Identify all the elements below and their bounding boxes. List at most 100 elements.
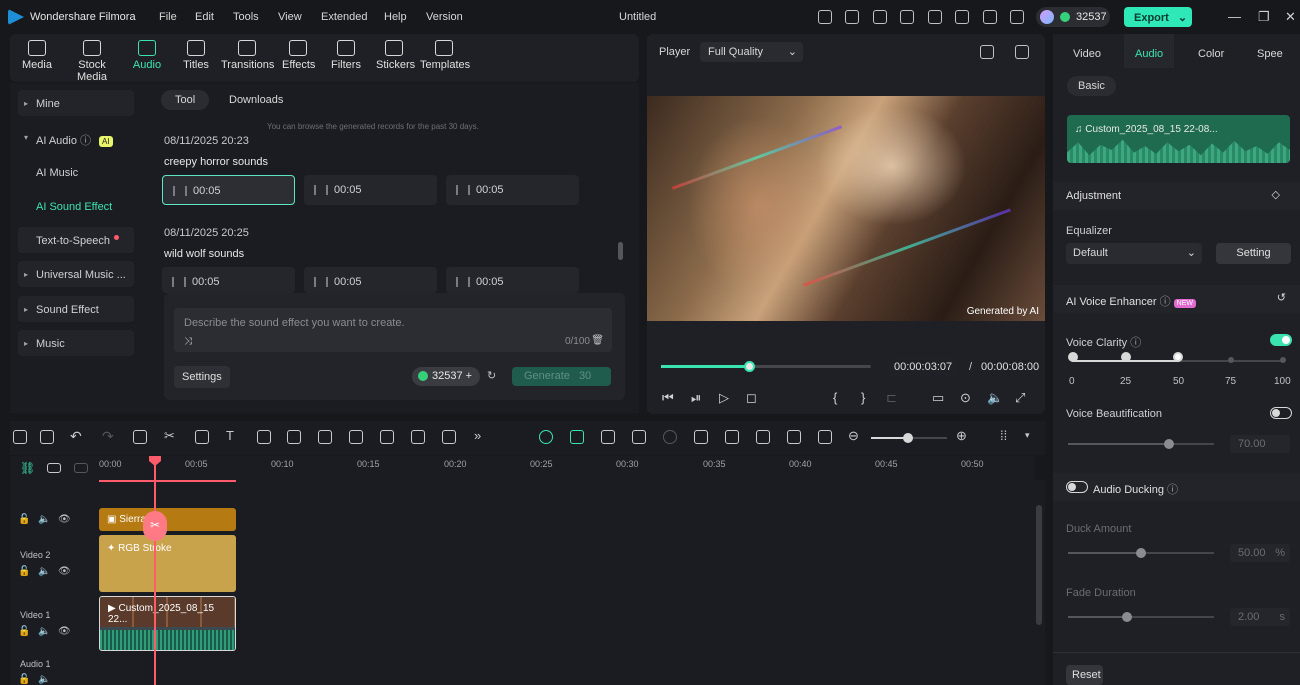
sound-clip[interactable]: 00:05 — [162, 267, 295, 293]
lock-icon[interactable]: 🔓 — [18, 566, 30, 577]
audio-ducking-toggle[interactable] — [1066, 481, 1088, 493]
close-button[interactable]: ✕ — [1285, 9, 1296, 25]
sound-clip[interactable]: 00:05 — [304, 175, 437, 205]
eye-icon[interactable]: 👁 — [58, 626, 71, 637]
play-reverse-icon[interactable]: ⏯ — [691, 390, 701, 406]
image-icon[interactable] — [1015, 45, 1029, 59]
send-icon[interactable] — [845, 10, 859, 24]
shuffle-icon[interactable]: ⤨ — [184, 336, 192, 347]
tab-effects[interactable]: Effects — [282, 40, 315, 71]
tab-video[interactable]: Video — [1073, 48, 1101, 60]
delete-icon[interactable] — [133, 430, 147, 444]
mask-icon[interactable] — [257, 430, 271, 444]
refresh-icon[interactable]: ↻ — [487, 369, 496, 382]
prompt-field[interactable]: Describe the sound effect you want to cr… — [174, 308, 612, 352]
play-icon[interactable]: ▷ — [719, 390, 729, 406]
headset-icon[interactable] — [983, 10, 997, 24]
zoom-in-icon[interactable]: ⊕ — [956, 428, 967, 444]
sidebar-item-text-to-speech[interactable]: Text-to-Speech — [18, 227, 134, 253]
sidebar-item-ai-audio[interactable]: ▾ AI Audio ⓘ AI — [18, 124, 134, 150]
sidebar-item-mine[interactable]: ▸ Mine — [18, 90, 134, 116]
tab-stock-media[interactable]: Stock Media — [62, 40, 122, 83]
tab-templates[interactable]: Templates — [420, 40, 470, 71]
speed-icon[interactable] — [318, 430, 332, 444]
sound-clip[interactable]: 00:05 — [446, 175, 579, 205]
menu-version[interactable]: Version — [426, 11, 463, 23]
speaker-icon[interactable]: 🔈 — [38, 514, 50, 525]
tab-audio-props[interactable]: Audio — [1135, 48, 1163, 60]
volume-icon[interactable]: 🔈 — [987, 390, 1003, 406]
track-settings-icon[interactable]: ⁞⁞ — [1000, 428, 1007, 443]
equalizer-setting-button[interactable]: Setting — [1216, 243, 1291, 264]
ai-effects-icon[interactable] — [380, 430, 394, 444]
export-button[interactable]: Export ⌄ — [1124, 7, 1192, 27]
more-tools-icon[interactable]: » — [474, 428, 481, 443]
link-tracks-icon[interactable]: ⛓ — [20, 461, 35, 475]
crop-icon[interactable] — [195, 430, 209, 444]
generate-button[interactable]: Generate 30 — [512, 367, 611, 386]
sidebar-item-sound-effect[interactable]: ▸ Sound Effect — [18, 296, 134, 322]
color-match-icon[interactable] — [349, 430, 363, 444]
prev-frame-icon[interactable]: ⏮ — [662, 390, 674, 406]
playhead-split-icon[interactable]: ✂ — [143, 511, 167, 541]
beautification-value[interactable]: 70.00 — [1230, 435, 1290, 453]
tab-stickers[interactable]: Stickers — [376, 40, 415, 71]
ai-edit-icon[interactable] — [411, 430, 425, 444]
menu-file[interactable]: File — [159, 11, 177, 23]
tab-titles[interactable]: Titles — [180, 40, 212, 71]
duck-amount-value[interactable]: 50.00% — [1230, 544, 1290, 562]
sidebar-item-universal-music[interactable]: ▸ Universal Music ... — [18, 261, 134, 287]
reset-button[interactable]: Reset — [1066, 665, 1103, 685]
cloud-upload-icon[interactable] — [955, 10, 969, 24]
grid-view-icon[interactable] — [980, 45, 994, 59]
save-icon[interactable] — [928, 10, 942, 24]
mark-in-icon[interactable]: { — [833, 390, 837, 405]
undo-icon[interactable]: ↶ — [70, 428, 82, 445]
tab-basic[interactable]: Basic — [1067, 76, 1116, 96]
slider-knob[interactable] — [903, 433, 913, 443]
lock-icon[interactable]: 🔓 — [18, 674, 30, 685]
lock-icon[interactable]: 🔓 — [18, 626, 30, 637]
stop-icon[interactable]: ◻ — [746, 390, 757, 406]
sound-clip[interactable]: 00:05 — [304, 267, 437, 293]
ai-cutout-icon[interactable] — [287, 430, 301, 444]
eye-icon[interactable]: 👁 — [58, 566, 71, 577]
eye-icon[interactable]: 👁 — [58, 514, 71, 525]
slider-knob[interactable] — [1136, 548, 1146, 558]
adjustment-section[interactable]: Adjustment ◇ — [1053, 182, 1300, 210]
plus-icon[interactable]: + — [466, 370, 472, 382]
tab-audio[interactable]: Audio — [132, 40, 162, 71]
quality-select[interactable]: Full Quality ⌄ — [700, 42, 803, 62]
zoom-out-icon[interactable]: ⊖ — [848, 428, 859, 444]
menu-extended[interactable]: Extended — [321, 11, 367, 23]
title-clip[interactable]: ▣ Sierra — [99, 508, 236, 531]
auto-ripple-icon[interactable] — [539, 430, 553, 444]
fullscreen-icon[interactable]: ⤢ — [1015, 390, 1025, 406]
music-list-icon[interactable] — [756, 430, 770, 444]
select-icon[interactable] — [40, 430, 54, 444]
duck-amount-slider[interactable] — [1068, 548, 1214, 558]
menu-tools[interactable]: Tools — [233, 11, 259, 23]
redo-icon[interactable]: ↷ — [102, 428, 114, 445]
sidebar-item-music[interactable]: ▸ Music — [18, 330, 134, 356]
settings-button[interactable]: Settings — [174, 366, 230, 388]
tab-downloads[interactable]: Downloads — [215, 90, 297, 110]
chat-icon[interactable] — [873, 10, 887, 24]
slider-knob[interactable] — [1122, 612, 1132, 622]
shield-icon[interactable] — [694, 430, 708, 444]
keyframe-disabled-icon[interactable] — [663, 430, 677, 444]
menu-view[interactable]: View — [278, 11, 302, 23]
fade-duration-value[interactable]: 2.00 s — [1230, 608, 1290, 626]
slider-knob[interactable] — [1164, 439, 1174, 449]
text-tool-icon[interactable]: T — [226, 428, 234, 443]
effect-clip[interactable]: ✦ RGB Stroke — [99, 535, 236, 592]
fade-duration-slider[interactable] — [1068, 612, 1214, 622]
tab-tool[interactable]: Tool — [161, 90, 210, 110]
snapshot-icon[interactable]: ⊙ — [960, 390, 971, 406]
marker-icon[interactable]: ⊏ — [886, 390, 897, 406]
beautification-slider[interactable] — [1068, 439, 1214, 449]
sidebar-item-ai-music[interactable]: AI Music — [18, 159, 134, 185]
slider-knob[interactable] — [1173, 352, 1183, 362]
monitor-icon[interactable] — [900, 10, 914, 24]
equalizer-select[interactable]: Default ⌄ — [1066, 243, 1202, 264]
